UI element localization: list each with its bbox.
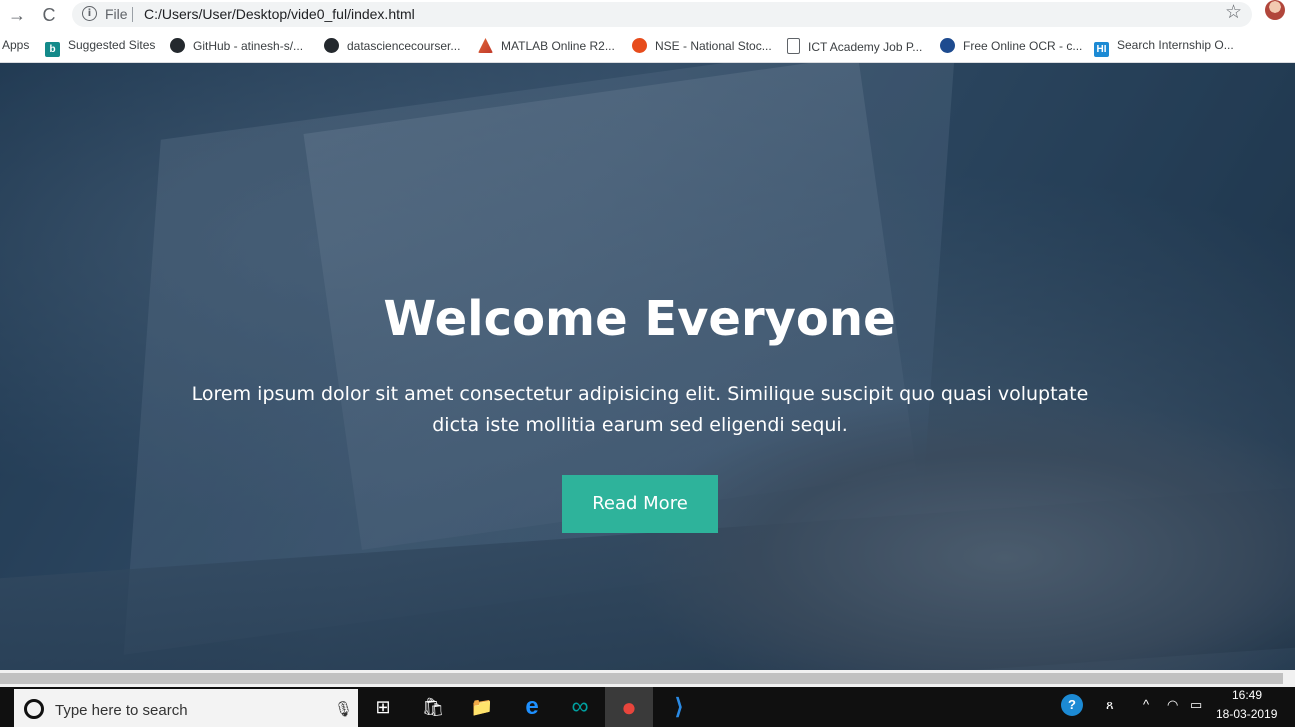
- bookmark-apps[interactable]: Apps: [2, 38, 29, 52]
- github-icon: [170, 38, 185, 53]
- chrome-icon[interactable]: ●: [605, 687, 653, 727]
- store-icon[interactable]: 🛍: [419, 693, 447, 721]
- apps-label: Apps: [2, 38, 30, 52]
- url-text[interactable]: C:/Users/User/Desktop/vide0_ful/index.ht…: [144, 6, 415, 22]
- cortana-icon: [24, 699, 44, 719]
- task-view-icon[interactable]: ⊞: [369, 693, 397, 721]
- matlab-icon: [478, 38, 493, 53]
- bookmark-label: MATLAB Online R2...: [501, 39, 615, 53]
- taskbar-search-placeholder: Type here to search: [55, 702, 188, 719]
- scrollbar-thumb[interactable]: [0, 673, 1283, 684]
- read-more-button[interactable]: Read More: [562, 475, 718, 533]
- bookmark-datasciencecourser[interactable]: datasciencecourser...: [324, 38, 460, 53]
- hero-title: Welcome Everyone: [383, 291, 896, 347]
- taskbar-search-box[interactable]: Type here to search 🎙: [14, 689, 358, 727]
- bookmark-nse[interactable]: NSE - National Stoc...: [632, 38, 772, 53]
- bookmark-github-atinesh[interactable]: GitHub - atinesh-s/...: [170, 38, 303, 53]
- address-separator: [132, 7, 133, 22]
- site-info-icon[interactable]: i: [82, 6, 97, 21]
- chevron-up-icon[interactable]: ^: [1143, 697, 1149, 712]
- bing-icon: b: [45, 42, 60, 57]
- people-icon[interactable]: ጸ: [1106, 697, 1114, 713]
- arduino-icon[interactable]: ∞: [566, 693, 594, 721]
- bookmark-matlab[interactable]: MATLAB Online R2...: [478, 38, 615, 53]
- microphone-icon[interactable]: 🎙: [334, 700, 353, 718]
- github-icon: [324, 38, 339, 53]
- profile-avatar[interactable]: [1265, 0, 1285, 20]
- bookmark-free-ocr[interactable]: Free Online OCR - c...: [940, 38, 1082, 53]
- bookmark-label: GitHub - atinesh-s/...: [193, 39, 304, 53]
- windows-taskbar: Type here to search 🎙 ⊞ 🛍 📁 e ∞ ● ⟩ ? ጸ …: [0, 687, 1295, 727]
- horizontal-scrollbar[interactable]: [0, 670, 1295, 687]
- address-bar[interactable]: i File C:/Users/User/Desktop/vide0_ful/i…: [72, 2, 1252, 27]
- bookmark-label: Suggested Sites: [68, 38, 156, 52]
- battery-icon[interactable]: ▭: [1190, 697, 1202, 713]
- edge-icon[interactable]: e: [518, 693, 546, 721]
- bookmarks-bar: Apps b Suggested Sites GitHub - atinesh-s…: [0, 30, 1295, 63]
- wifi-icon[interactable]: ◠: [1167, 697, 1178, 713]
- bookmark-ict-academy[interactable]: ICT Academy Job P...: [787, 38, 922, 54]
- bookmark-star-icon[interactable]: ☆: [1225, 1, 1242, 24]
- document-icon: [787, 38, 800, 54]
- file-explorer-icon[interactable]: 📁: [468, 693, 496, 721]
- bookmark-label: NSE - National Stoc...: [655, 39, 772, 53]
- browser-toolbar: → C i File C:/Users/User/Desktop/vide0_f…: [0, 0, 1295, 30]
- clock-date[interactable]: 18-03-2019: [1216, 707, 1277, 721]
- bookmark-label: Free Online OCR - c...: [963, 39, 1083, 53]
- hi-icon: HI: [1094, 42, 1109, 57]
- bookmark-label: datasciencecourser...: [347, 39, 461, 53]
- bookmark-search-internship[interactable]: HI Search Internship O...: [1094, 38, 1234, 57]
- vscode-icon[interactable]: ⟩: [665, 693, 693, 721]
- bookmark-suggested-sites[interactable]: b Suggested Sites: [45, 38, 155, 57]
- nse-icon: [632, 38, 647, 53]
- reload-icon[interactable]: C: [38, 4, 60, 26]
- bookmark-label: Search Internship O...: [1117, 38, 1234, 52]
- hero-overlay: [0, 63, 1295, 670]
- hero-section: Welcome Everyone Lorem ipsum dolor sit a…: [0, 63, 1295, 670]
- help-icon[interactable]: ?: [1061, 694, 1083, 716]
- clock-time[interactable]: 16:49: [1232, 688, 1262, 702]
- file-scheme-label: File: [105, 6, 128, 22]
- bookmark-label: ICT Academy Job P...: [808, 40, 923, 54]
- hero-text: Lorem ipsum dolor sit amet consectetur a…: [191, 383, 1089, 436]
- ocr-icon: [940, 38, 955, 53]
- forward-arrow-icon[interactable]: →: [6, 4, 28, 26]
